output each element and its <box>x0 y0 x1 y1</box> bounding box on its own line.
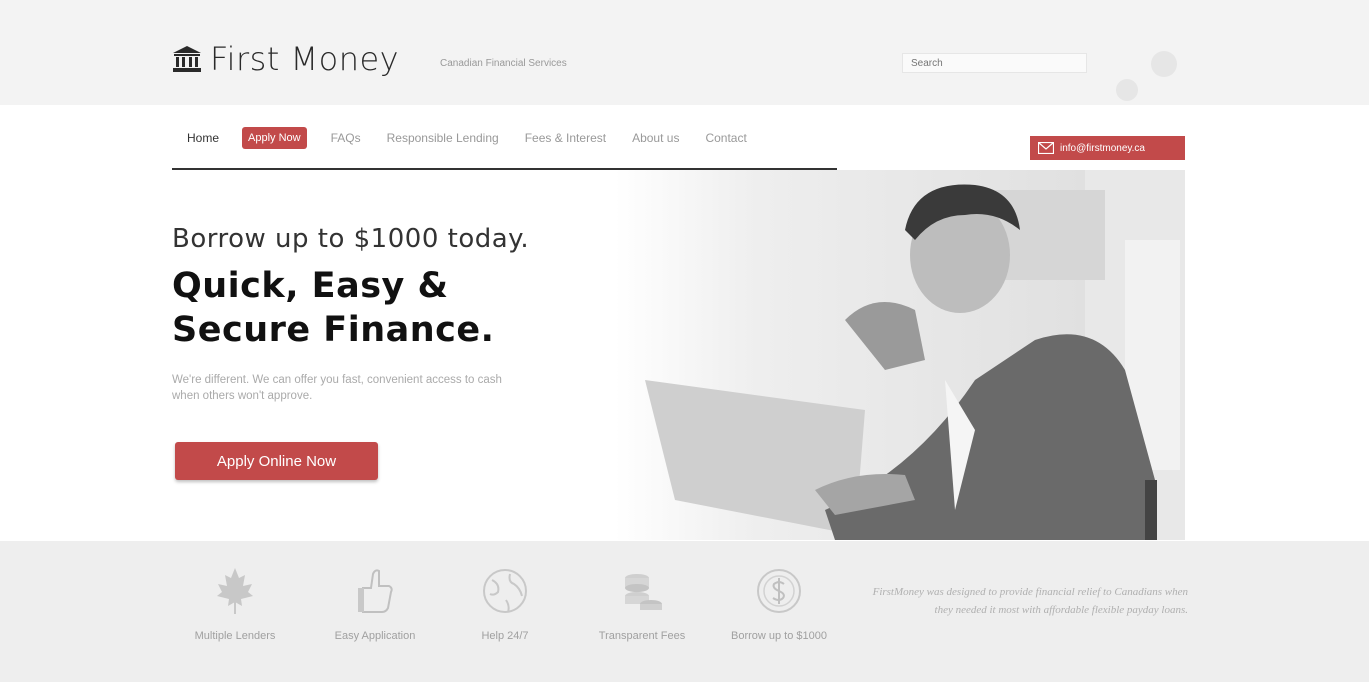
feature-easy-application: Easy Application <box>305 566 445 642</box>
about-text: FirstMoney was designed to provide finan… <box>872 586 1188 616</box>
nav-apply-now[interactable]: Apply Now <box>242 127 307 149</box>
coins-icon <box>625 574 662 610</box>
feature-multiple-lenders: Multiple Lenders <box>165 566 305 642</box>
email-label: info@firstmoney.ca <box>1060 142 1145 154</box>
feature-label: Transparent Fees <box>598 630 686 642</box>
tagline: Canadian Financial Services <box>440 58 567 69</box>
globe-icon <box>483 569 527 613</box>
feature-borrow: Borrow up to $1000 <box>709 566 849 642</box>
search-input[interactable] <box>902 53 1087 73</box>
email-button[interactable]: info@firstmoney.ca <box>1030 136 1185 160</box>
feature-label: Multiple Lenders <box>194 630 276 642</box>
nav-about-us[interactable]: About us <box>632 131 679 145</box>
mail-icon <box>1038 142 1054 154</box>
maple-leaf-icon <box>217 568 253 614</box>
apply-online-button[interactable]: Apply Online Now <box>175 442 378 480</box>
bank-icon <box>173 46 201 72</box>
hero-headline-bold: Quick, Easy & Secure Finance. <box>172 266 495 350</box>
hero-headline: Borrow up to $1000 today. <box>172 224 530 254</box>
dollar-icon <box>757 569 801 613</box>
feature-label: Help 24/7 <box>481 630 529 642</box>
social-icon[interactable] <box>1151 51 1177 77</box>
nav-contact[interactable]: Contact <box>705 131 746 145</box>
feature-transparent-fees: Transparent Fees <box>572 566 712 642</box>
feature-label: Borrow up to $1000 <box>730 630 827 642</box>
nav-fees-interest[interactable]: Fees & Interest <box>525 131 606 145</box>
main-nav: Home Apply Now FAQs Responsible Lending … <box>172 122 837 170</box>
feature-label: Easy Application <box>334 630 416 642</box>
nav-home[interactable]: Home <box>187 131 219 145</box>
hero-description: We're different. We can offer you fast, … <box>172 374 502 402</box>
logo[interactable]: First Money <box>172 40 399 78</box>
feature-help: Help 24/7 <box>435 566 575 642</box>
social-icon[interactable] <box>1116 79 1138 101</box>
thumbs-up-icon <box>358 569 393 613</box>
nav-faqs[interactable]: FAQs <box>331 131 361 145</box>
logo-text: First Money <box>210 40 400 78</box>
hero-photo <box>615 170 1185 540</box>
nav-responsible-lending[interactable]: Responsible Lending <box>387 131 499 145</box>
